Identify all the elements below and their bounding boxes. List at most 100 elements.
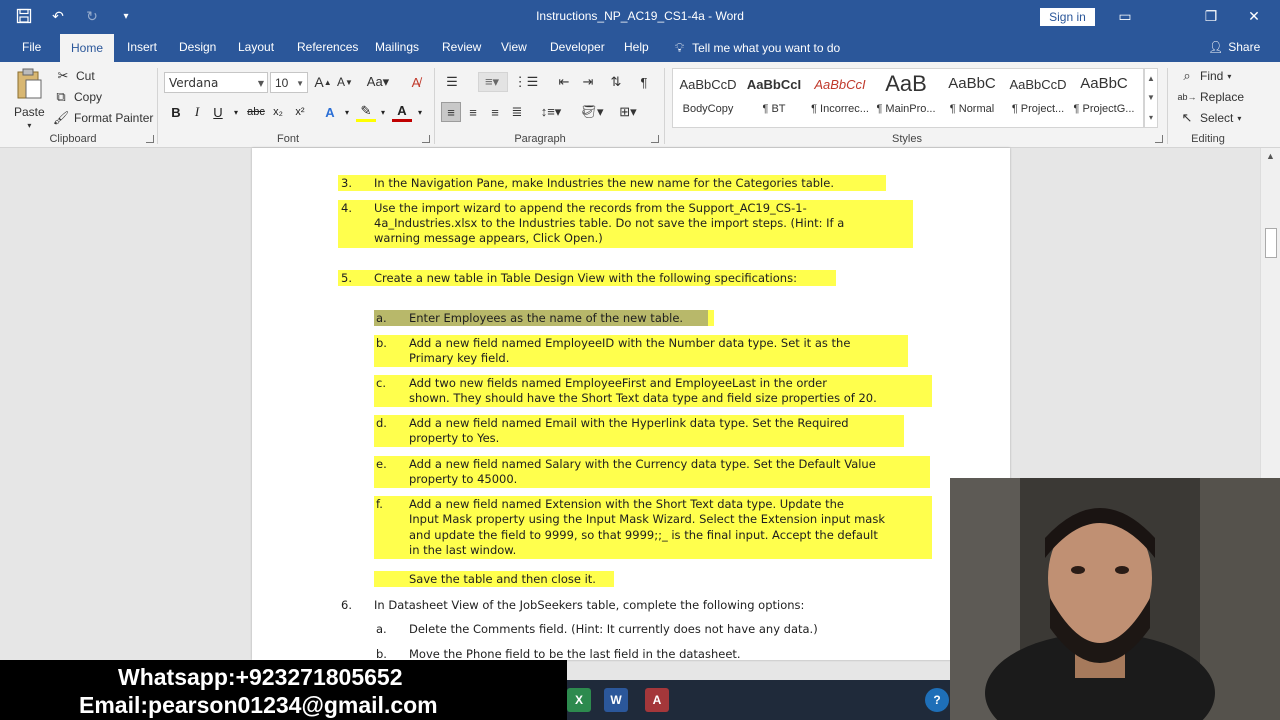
list-item: In Datasheet View of the JobSeekers tabl… — [374, 598, 805, 612]
borders-icon[interactable]: ⊞▾ — [614, 102, 642, 122]
align-right-icon[interactable]: ≡ — [485, 102, 505, 122]
tell-me-box[interactable]: 💡︎ Tell me what you want to do — [675, 40, 840, 56]
font-size-value: 10 — [275, 76, 289, 90]
tab-help[interactable]: Help — [624, 40, 649, 54]
show-paragraph-marks-icon[interactable]: ¶ — [634, 72, 654, 92]
font-group-label: Font — [276, 133, 299, 145]
help-icon[interactable]: ? — [925, 688, 949, 712]
divider — [664, 68, 665, 144]
select-button[interactable]: ↖ Select ▾ — [1178, 109, 1242, 127]
style-normal[interactable]: AaBbC ¶ Normal — [939, 71, 1005, 125]
styles-launcher-icon[interactable] — [1155, 135, 1163, 143]
replace-icon: ab→ — [1177, 92, 1197, 102]
list-number: 6. — [341, 598, 352, 612]
divider — [434, 68, 435, 144]
chevron-down-icon[interactable]: ▾ — [337, 102, 357, 122]
paragraph-launcher-icon[interactable] — [651, 135, 659, 143]
change-case-icon[interactable]: Aa▾ — [364, 72, 392, 92]
chevron-up-icon[interactable]: ▲ — [1147, 74, 1155, 83]
font-family-select[interactable]: Verdana ▼ — [164, 72, 268, 93]
chevron-down-icon[interactable]: ▼ — [1147, 93, 1155, 102]
line-spacing-icon[interactable]: ↕≡▾ — [537, 102, 565, 122]
scroll-up-icon[interactable]: ▲ — [1266, 151, 1275, 161]
grow-font-icon[interactable]: A ▲ — [313, 72, 333, 92]
list-number: 3. — [341, 176, 352, 190]
find-button[interactable]: ⌕ Find ▾ — [1178, 67, 1231, 85]
style-bt[interactable]: AaBbCcI ¶ BT — [741, 71, 807, 125]
justify-icon[interactable]: ≣ — [507, 102, 527, 122]
tab-insert[interactable]: Insert — [127, 40, 157, 54]
share-button[interactable]: 👤︎ Share — [1208, 40, 1260, 54]
sub-list-item-line: Add a new field named Email with the Hyp… — [409, 416, 849, 430]
word-icon[interactable]: W — [604, 688, 628, 712]
style-projectg[interactable]: AaBbC ¶ ProjectG... — [1071, 71, 1137, 125]
style-project[interactable]: AaBbCcD ¶ Project... — [1005, 71, 1071, 125]
multilevel-list-icon[interactable]: ⋮☰ — [512, 72, 540, 92]
tell-me-text: Tell me what you want to do — [692, 41, 841, 55]
font-size-select[interactable]: 10 ▼ — [270, 72, 308, 93]
tab-developer[interactable]: Developer — [550, 40, 605, 54]
shading-icon[interactable]: 🪣︎▾ — [580, 102, 604, 122]
tab-review[interactable]: Review — [442, 40, 481, 54]
tab-design[interactable]: Design — [179, 40, 216, 54]
clipboard-group-label: Clipboard — [49, 133, 97, 145]
replace-button[interactable]: ab→ Replace — [1177, 88, 1245, 106]
cursor-icon: ↖ — [1181, 110, 1193, 125]
sub-list-item-line: property to Yes. — [409, 431, 500, 445]
align-left-icon[interactable]: ≡ — [441, 102, 461, 122]
style-incorrect[interactable]: AaBbCcI ¶ Incorrec... — [807, 71, 873, 125]
underline-icon[interactable]: U — [208, 102, 228, 122]
more-styles-icon[interactable]: ▾ — [1149, 113, 1153, 122]
sub-list-item: Delete the Comments field. (Hint: It cur… — [409, 622, 818, 636]
cut-button[interactable]: ✂ Cut — [54, 67, 95, 85]
style-sample: AaBbCcD — [679, 77, 737, 92]
style-mainpro[interactable]: AaB ¶ MainPro... — [873, 71, 939, 125]
clipboard-launcher-icon[interactable] — [146, 135, 154, 143]
find-label: Find — [1200, 69, 1224, 83]
tab-references[interactable]: References — [297, 40, 358, 54]
style-name: ¶ MainPro... — [876, 103, 936, 115]
chevron-down-icon[interactable]: ▾ — [373, 102, 393, 122]
underline-dropdown-icon[interactable]: ▾ — [226, 102, 246, 122]
ribbon-display-options-icon[interactable]: ▭ — [1115, 6, 1135, 26]
tab-view[interactable]: View — [501, 40, 527, 54]
decrease-indent-icon[interactable]: ⇤ — [554, 72, 574, 92]
copy-button[interactable]: ⧉ Copy — [52, 88, 102, 106]
document-page[interactable]: 3. In the Navigation Pane, make Industri… — [252, 148, 1010, 661]
tab-layout[interactable]: Layout — [238, 40, 274, 54]
increase-indent-icon[interactable]: ⇥ — [578, 72, 598, 92]
tab-home[interactable]: Home — [60, 34, 115, 62]
bullets-icon[interactable]: ☰ — [442, 72, 462, 92]
restore-icon[interactable]: ❐ — [1201, 6, 1221, 26]
list-number: 5. — [341, 271, 352, 285]
clear-formatting-icon[interactable]: A̸ — [406, 72, 426, 92]
font-color-icon[interactable]: A — [392, 102, 412, 122]
format-painter-button[interactable]: 🖌︎ Format Painter — [52, 109, 154, 127]
italic-icon[interactable]: I — [187, 102, 207, 122]
paste-button[interactable]: Paste ▾ — [14, 68, 45, 130]
font-launcher-icon[interactable] — [422, 135, 430, 143]
contact-overlay: Whatsapp:+923271805652 Email:pearson0123… — [0, 660, 567, 720]
access-icon[interactable]: A — [645, 688, 669, 712]
subscript-icon[interactable]: x₂ — [268, 102, 288, 122]
align-center-icon[interactable]: ≡ — [463, 102, 483, 122]
sort-icon[interactable]: ⇅ — [606, 72, 626, 92]
tab-file[interactable]: File — [22, 40, 41, 54]
style-name: ¶ Normal — [949, 103, 995, 115]
styles-scroll[interactable]: ▲ ▼ ▾ — [1144, 68, 1158, 128]
title-bar: ↶ ↻ ▾ Instructions_NP_AC19_CS1-4a - Word… — [0, 0, 1280, 34]
sign-in-button[interactable]: Sign in — [1040, 8, 1095, 26]
scroll-thumb[interactable] — [1265, 228, 1277, 258]
excel-icon[interactable]: X — [567, 688, 591, 712]
shrink-font-icon[interactable]: A ▼ — [335, 72, 355, 92]
strikethrough-icon[interactable]: abc — [246, 102, 266, 122]
superscript-icon[interactable]: x² — [290, 102, 310, 122]
close-icon[interactable]: ✕ — [1244, 6, 1264, 26]
bold-icon[interactable]: B — [166, 102, 186, 122]
sub-list-letter: b. — [376, 647, 387, 661]
tab-mailings[interactable]: Mailings — [375, 40, 419, 54]
search-icon: ⌕ — [1183, 68, 1191, 83]
divider — [157, 68, 158, 144]
style-bodycopy[interactable]: AaBbCcD BodyCopy — [675, 71, 741, 125]
chevron-down-icon[interactable]: ▾ — [410, 102, 430, 122]
